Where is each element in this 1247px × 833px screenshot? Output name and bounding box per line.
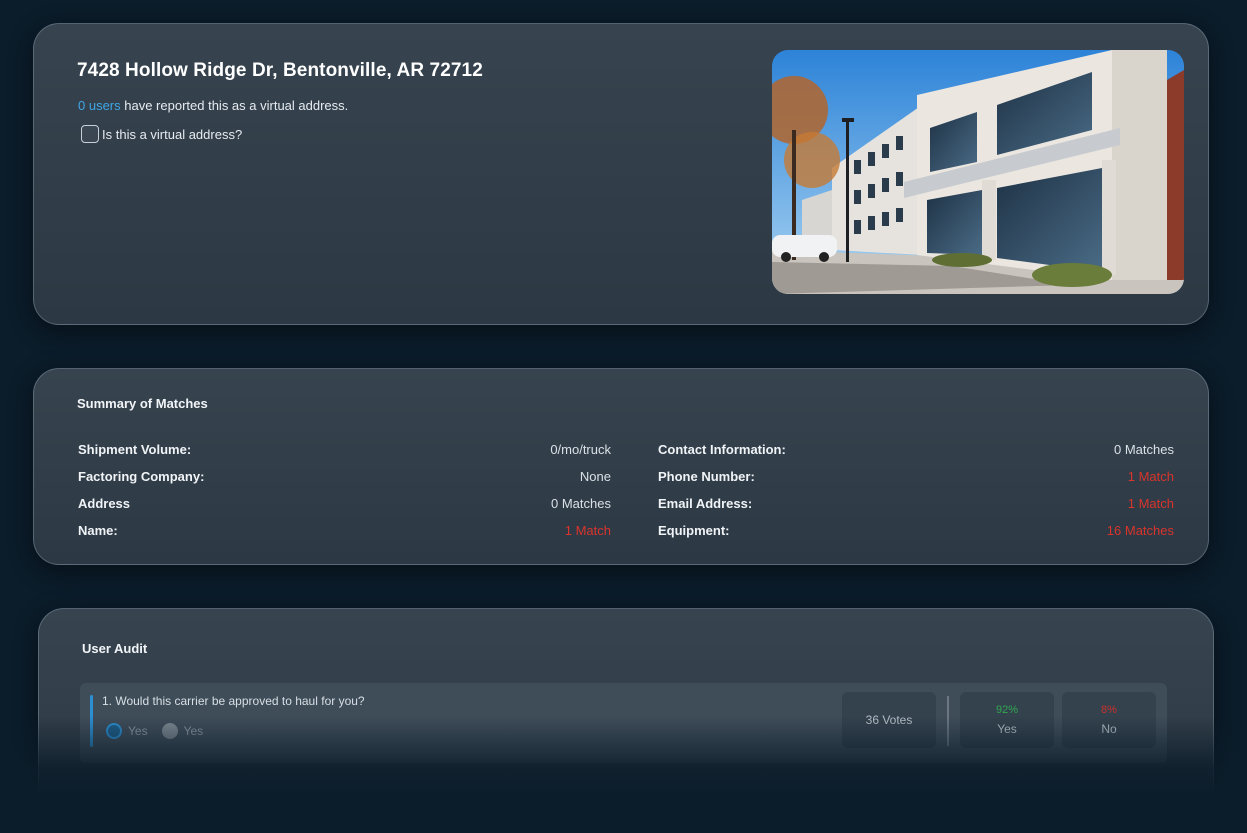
votes-count: 36 Votes [865, 713, 913, 727]
summary-row: Equipment: 16 Matches [658, 520, 1174, 540]
address-title: 7428 Hollow Ridge Dr, Bentonville, AR 72… [77, 60, 483, 81]
summary-label: Address [78, 495, 131, 511]
summary-value: 0 Matches [551, 495, 611, 511]
building-photo-illustration [772, 50, 1184, 294]
summary-card: Summary of Matches Shipment Volume: 0/mo… [33, 368, 1209, 565]
report-text: have reported this as a virtual address. [120, 98, 349, 113]
summary-value-match[interactable]: 1 Match [565, 523, 611, 538]
answer-label: Yes [183, 724, 204, 738]
summary-value-match[interactable]: 1 Match [1128, 469, 1174, 484]
no-label: No [1101, 722, 1117, 736]
answer-option[interactable]: Yes [161, 723, 204, 739]
votes-count-box: 36 Votes [842, 692, 936, 748]
summary-row: Factoring Company: None [78, 466, 611, 486]
summary-value: None [579, 468, 611, 484]
virtual-address-label: Is this a virtual address? [102, 126, 243, 142]
summary-row: Phone Number: 1 Match [658, 466, 1174, 486]
answer-radio-group: Yes Yes [106, 723, 203, 739]
no-percent: 8% [1101, 704, 1117, 716]
question-accent-bar [90, 695, 93, 747]
answer-label: Yes [128, 724, 148, 738]
virtual-address-check[interactable]: Is this a virtual address? [81, 125, 242, 143]
summary-value: 0 Matches [1114, 441, 1174, 457]
summary-label: Contact Information: [658, 441, 786, 457]
summary-label: Equipment: [658, 522, 730, 538]
report-count-link[interactable]: 0 users [78, 98, 121, 113]
virtual-address-checkbox[interactable] [81, 125, 99, 143]
summary-label: Email Address: [658, 495, 753, 511]
summary-value: 0/mo/truck [550, 441, 611, 457]
stats-divider [947, 696, 949, 746]
summary-row: Email Address: 1 Match [658, 493, 1174, 513]
audit-title: User Audit [82, 641, 148, 656]
virtual-report-line: 0 users have reported this as a virtual … [78, 98, 348, 113]
summary-title: Summary of Matches [77, 396, 208, 411]
summary-label: Phone Number: [658, 468, 755, 484]
summary-label: Shipment Volume: [78, 441, 192, 457]
summary-label: Name: [78, 522, 118, 538]
summary-label: Factoring Company: [78, 468, 205, 484]
summary-row: Shipment Volume: 0/mo/truck [78, 439, 611, 459]
summary-row: Contact Information: 0 Matches [658, 439, 1174, 459]
audit-question: 1. Would this carrier be approved to hau… [80, 683, 1167, 763]
summary-row: Name: 1 Match [78, 520, 611, 540]
radio-selected-icon[interactable] [106, 723, 122, 739]
no-percent-box: 8% No [1062, 692, 1156, 748]
user-audit-card: User Audit 1. Would this carrier be appr… [38, 608, 1214, 833]
yes-percent: 92% [995, 704, 1019, 716]
address-card: 7428 Hollow Ridge Dr, Bentonville, AR 72… [33, 23, 1209, 325]
summary-value-match[interactable]: 16 Matches [1107, 523, 1174, 538]
building-photo [772, 50, 1184, 294]
summary-value-match[interactable]: 1 Match [1128, 496, 1174, 511]
question-text: 1. Would this carrier be approved to hau… [102, 694, 365, 708]
yes-label: Yes [997, 722, 1017, 736]
summary-row: Address 0 Matches [78, 493, 611, 513]
yes-percent-box: 92% Yes [960, 692, 1054, 748]
answer-option[interactable]: Yes [106, 723, 148, 739]
radio-unselected-icon[interactable] [161, 723, 178, 739]
